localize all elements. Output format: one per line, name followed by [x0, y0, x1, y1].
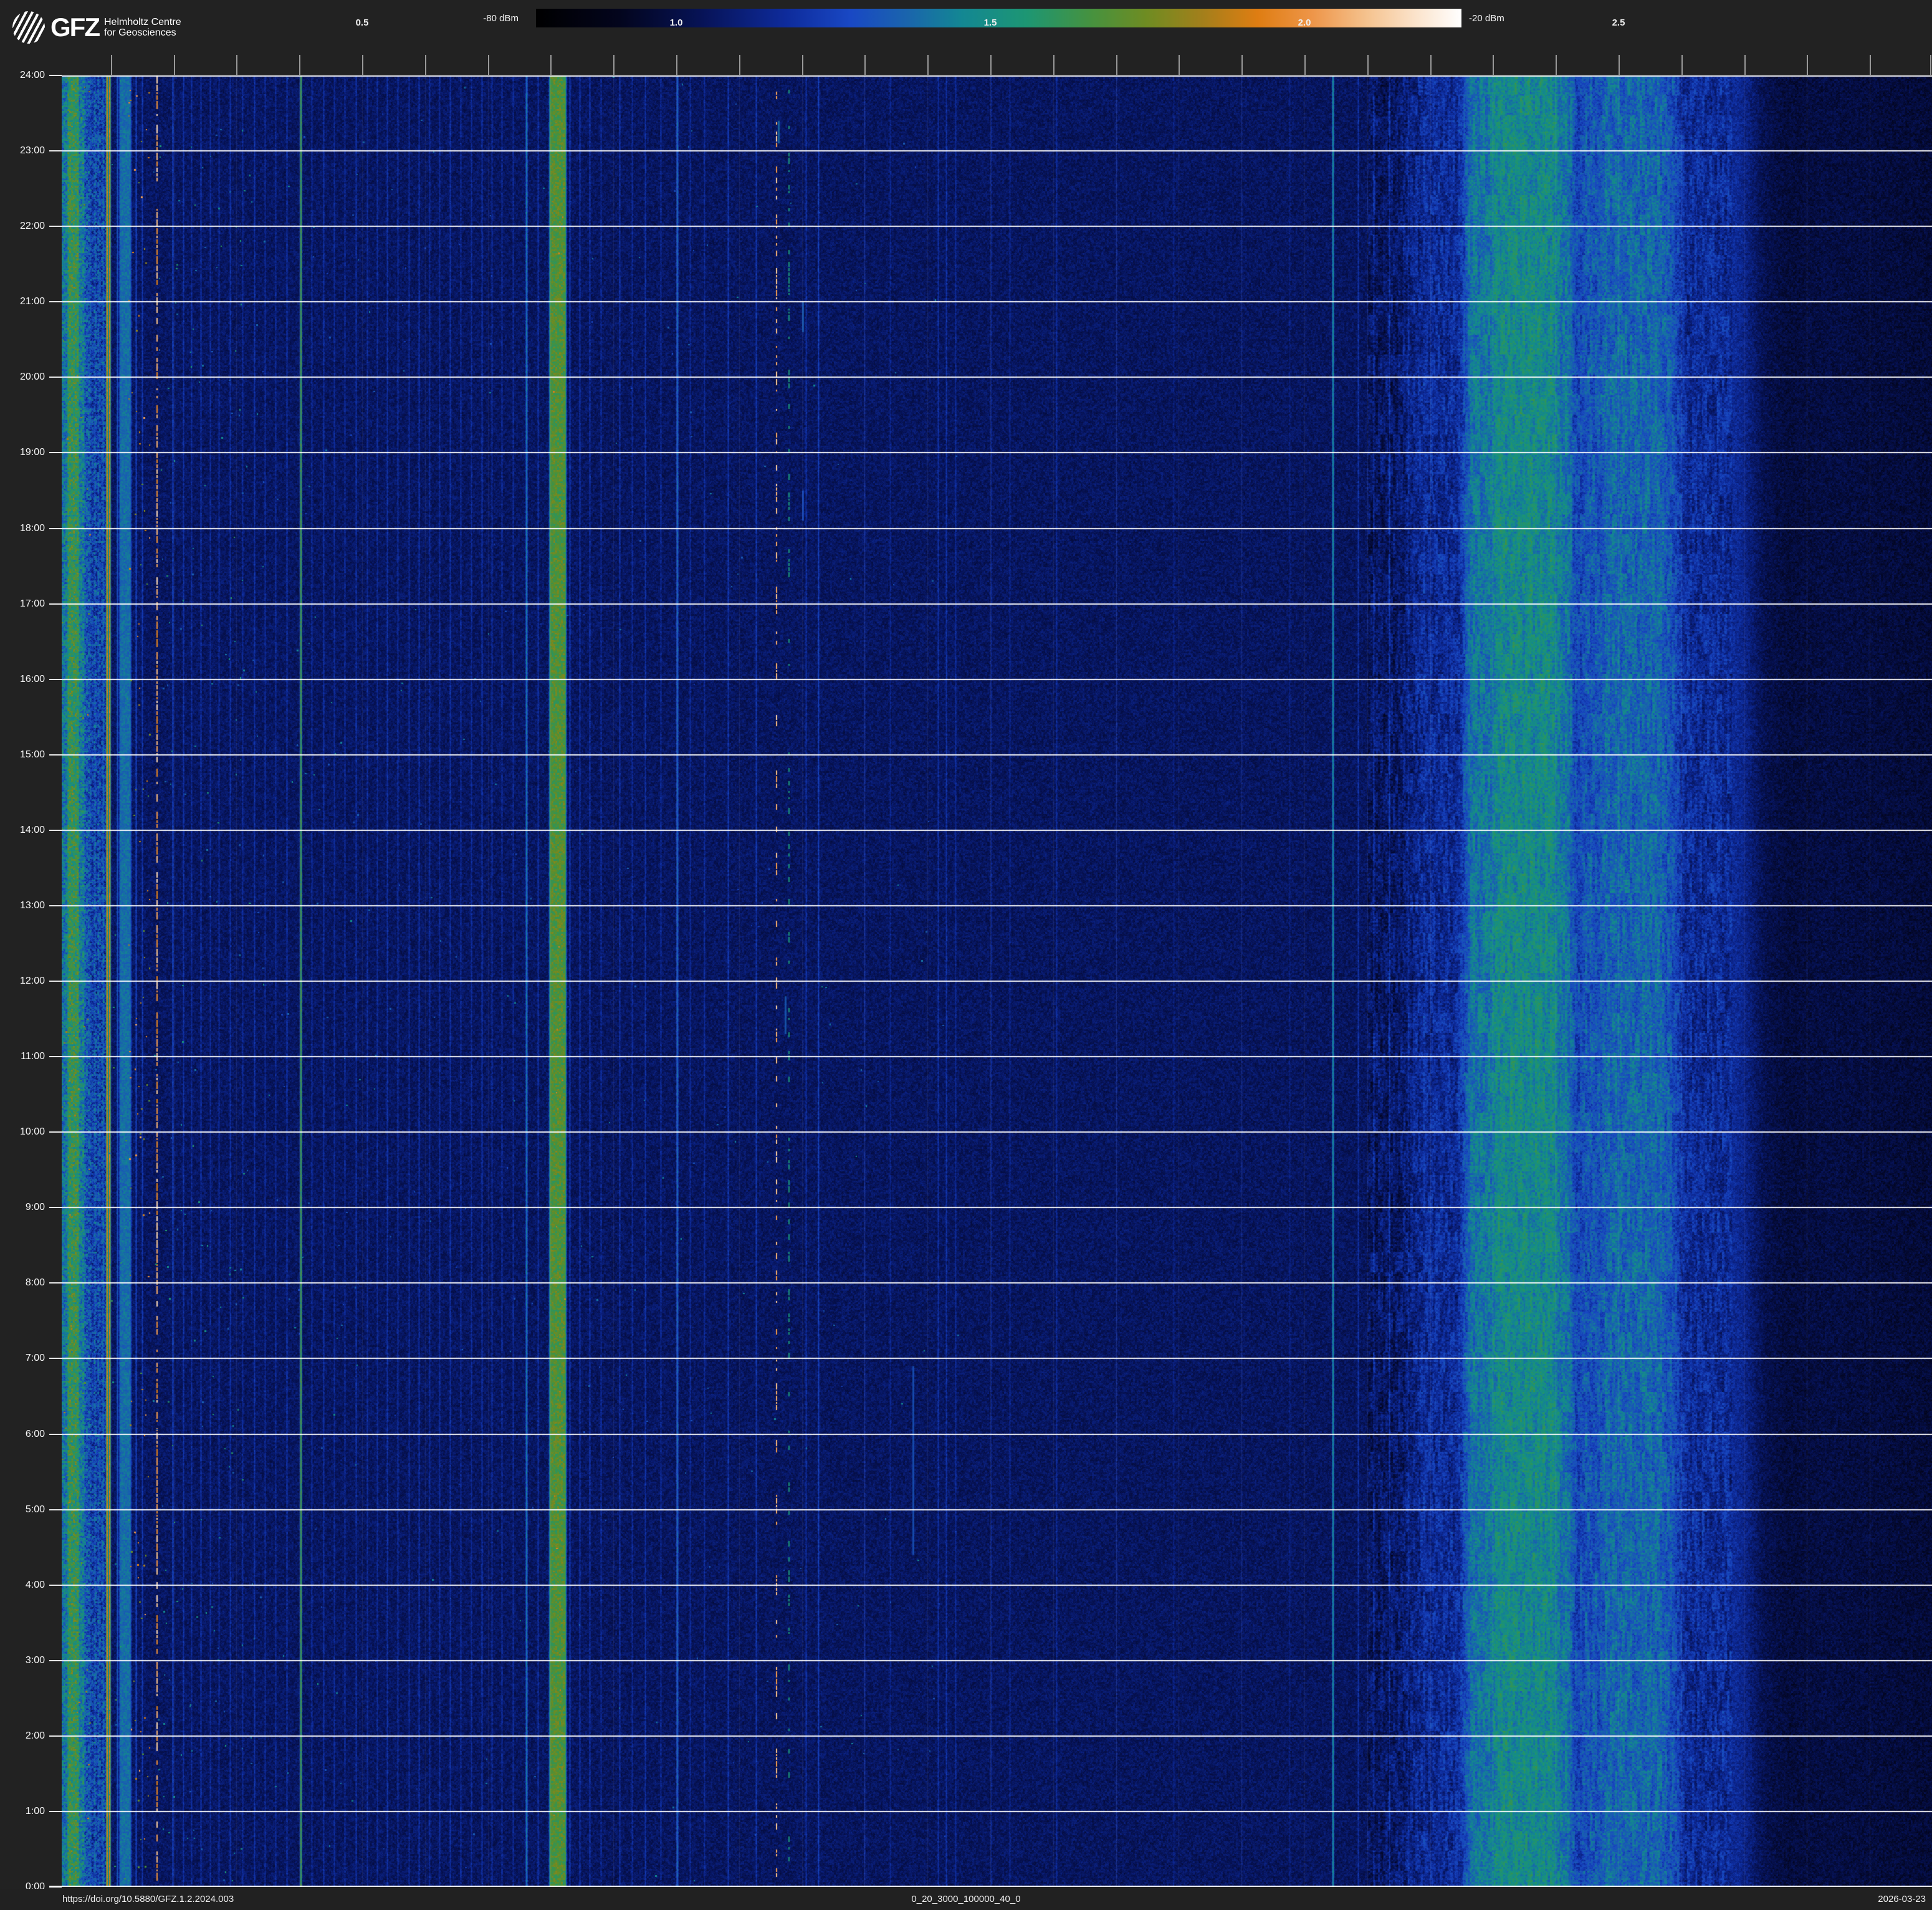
time-tick	[49, 1358, 62, 1359]
time-tick-label: 15:00	[0, 749, 45, 761]
freq-tick	[1430, 55, 1432, 75]
time-tick-label: 17:00	[0, 598, 45, 610]
freq-tick	[1619, 55, 1620, 75]
freq-tick	[299, 55, 300, 75]
freq-tick	[1556, 55, 1557, 75]
time-tick-label: 10:00	[0, 1126, 45, 1138]
time-tick-label: 22:00	[0, 221, 45, 232]
time-tick	[49, 981, 62, 982]
freq-tick	[1116, 55, 1117, 75]
footer-dataset-id: 0_20_3000_100000_40_0	[911, 1894, 1020, 1904]
freq-tick	[111, 55, 112, 75]
freq-tick	[864, 55, 866, 75]
freq-tick	[739, 55, 740, 75]
freq-tick	[1053, 55, 1054, 75]
time-tick	[49, 603, 62, 605]
footer-doi-link[interactable]: https://doi.org/10.5880/GFZ.1.2.2024.003	[62, 1894, 234, 1904]
time-tick	[49, 75, 62, 76]
time-tick-label: 6:00	[0, 1429, 45, 1440]
time-tick	[49, 1207, 62, 1208]
time-tick-label: 9:00	[0, 1202, 45, 1213]
time-tick	[49, 452, 62, 453]
freq-tick	[550, 55, 552, 75]
freq-tick	[802, 55, 803, 75]
freq-tick	[613, 55, 615, 75]
time-tick	[49, 528, 62, 529]
logo-subtitle: Helmholtz Centre for Geosciences	[104, 17, 181, 38]
freq-tick	[236, 55, 237, 75]
time-tick-label: 21:00	[0, 296, 45, 307]
freq-tick	[1367, 55, 1369, 75]
spectrogram-page: GFZ Helmholtz Centre for Geosciences -80…	[0, 0, 1932, 1910]
freq-tick-label: 1.5	[984, 17, 997, 28]
logo-subtitle-line2: for Geosciences	[104, 27, 181, 38]
footer-date: 2026-03-23	[1878, 1894, 1926, 1904]
time-tick	[49, 1585, 62, 1586]
freq-tick-label: 0.5	[356, 17, 369, 28]
time-tick-label: 2:00	[0, 1730, 45, 1742]
freq-tick	[1930, 55, 1931, 75]
time-tick	[49, 150, 62, 151]
time-tick-label: 14:00	[0, 825, 45, 836]
time-tick-label: 23:00	[0, 145, 45, 156]
time-tick-label: 11:00	[0, 1051, 45, 1062]
freq-tick	[990, 55, 992, 75]
time-tick	[49, 1509, 62, 1510]
time-tick	[49, 754, 62, 756]
time-tick	[49, 1434, 62, 1435]
freq-tick	[1870, 55, 1871, 75]
colorbar-min-label: -80 dBm	[483, 13, 519, 24]
freq-tick	[488, 55, 489, 75]
time-tick-label: 7:00	[0, 1353, 45, 1364]
time-tick	[49, 1660, 62, 1661]
time-tick-label: 8:00	[0, 1277, 45, 1289]
time-tick	[49, 1131, 62, 1133]
time-tick-label: 16:00	[0, 674, 45, 685]
time-tick	[49, 377, 62, 378]
freq-tick-label: 2.5	[1612, 17, 1625, 28]
spectrogram-canvas	[62, 75, 1932, 1887]
time-tick-label: 18:00	[0, 523, 45, 534]
freq-tick	[1241, 55, 1243, 75]
freq-tick	[1493, 55, 1494, 75]
time-tick	[49, 1735, 62, 1737]
freq-tick	[1179, 55, 1180, 75]
time-tick	[49, 1282, 62, 1284]
time-tick-label: 24:00	[0, 70, 45, 81]
time-tick-label: 12:00	[0, 976, 45, 987]
logo-acronym: GFZ	[50, 14, 99, 41]
time-tick	[49, 301, 62, 302]
freq-tick	[1744, 55, 1746, 75]
time-tick-label: 3:00	[0, 1655, 45, 1666]
time-tick	[49, 830, 62, 831]
freq-tick	[362, 55, 363, 75]
freq-tick-label: 1.0	[670, 17, 683, 28]
gfz-logo: GFZ Helmholtz Centre for Geosciences	[12, 11, 181, 44]
time-tick	[49, 1811, 62, 1812]
colorbar-max-label: -20 dBm	[1469, 13, 1504, 24]
freq-tick	[1807, 55, 1808, 75]
time-tick-label: 13:00	[0, 900, 45, 911]
logo-subtitle-line1: Helmholtz Centre	[104, 17, 181, 27]
freq-tick	[927, 55, 929, 75]
freq-tick-label: 2.0	[1298, 17, 1311, 28]
time-tick	[49, 905, 62, 906]
time-tick	[49, 1056, 62, 1057]
freq-tick	[1681, 55, 1683, 75]
time-tick	[49, 679, 62, 680]
time-tick	[49, 226, 62, 227]
freq-tick	[1304, 55, 1306, 75]
freq-tick	[676, 55, 677, 75]
time-tick-label: 20:00	[0, 372, 45, 383]
time-tick-label: 19:00	[0, 447, 45, 458]
freq-tick	[174, 55, 175, 75]
time-tick-label: 1:00	[0, 1806, 45, 1817]
time-tick-label: 5:00	[0, 1504, 45, 1515]
time-tick-label: 4:00	[0, 1580, 45, 1591]
freq-tick	[425, 55, 426, 75]
gfz-globe-icon	[12, 11, 45, 44]
